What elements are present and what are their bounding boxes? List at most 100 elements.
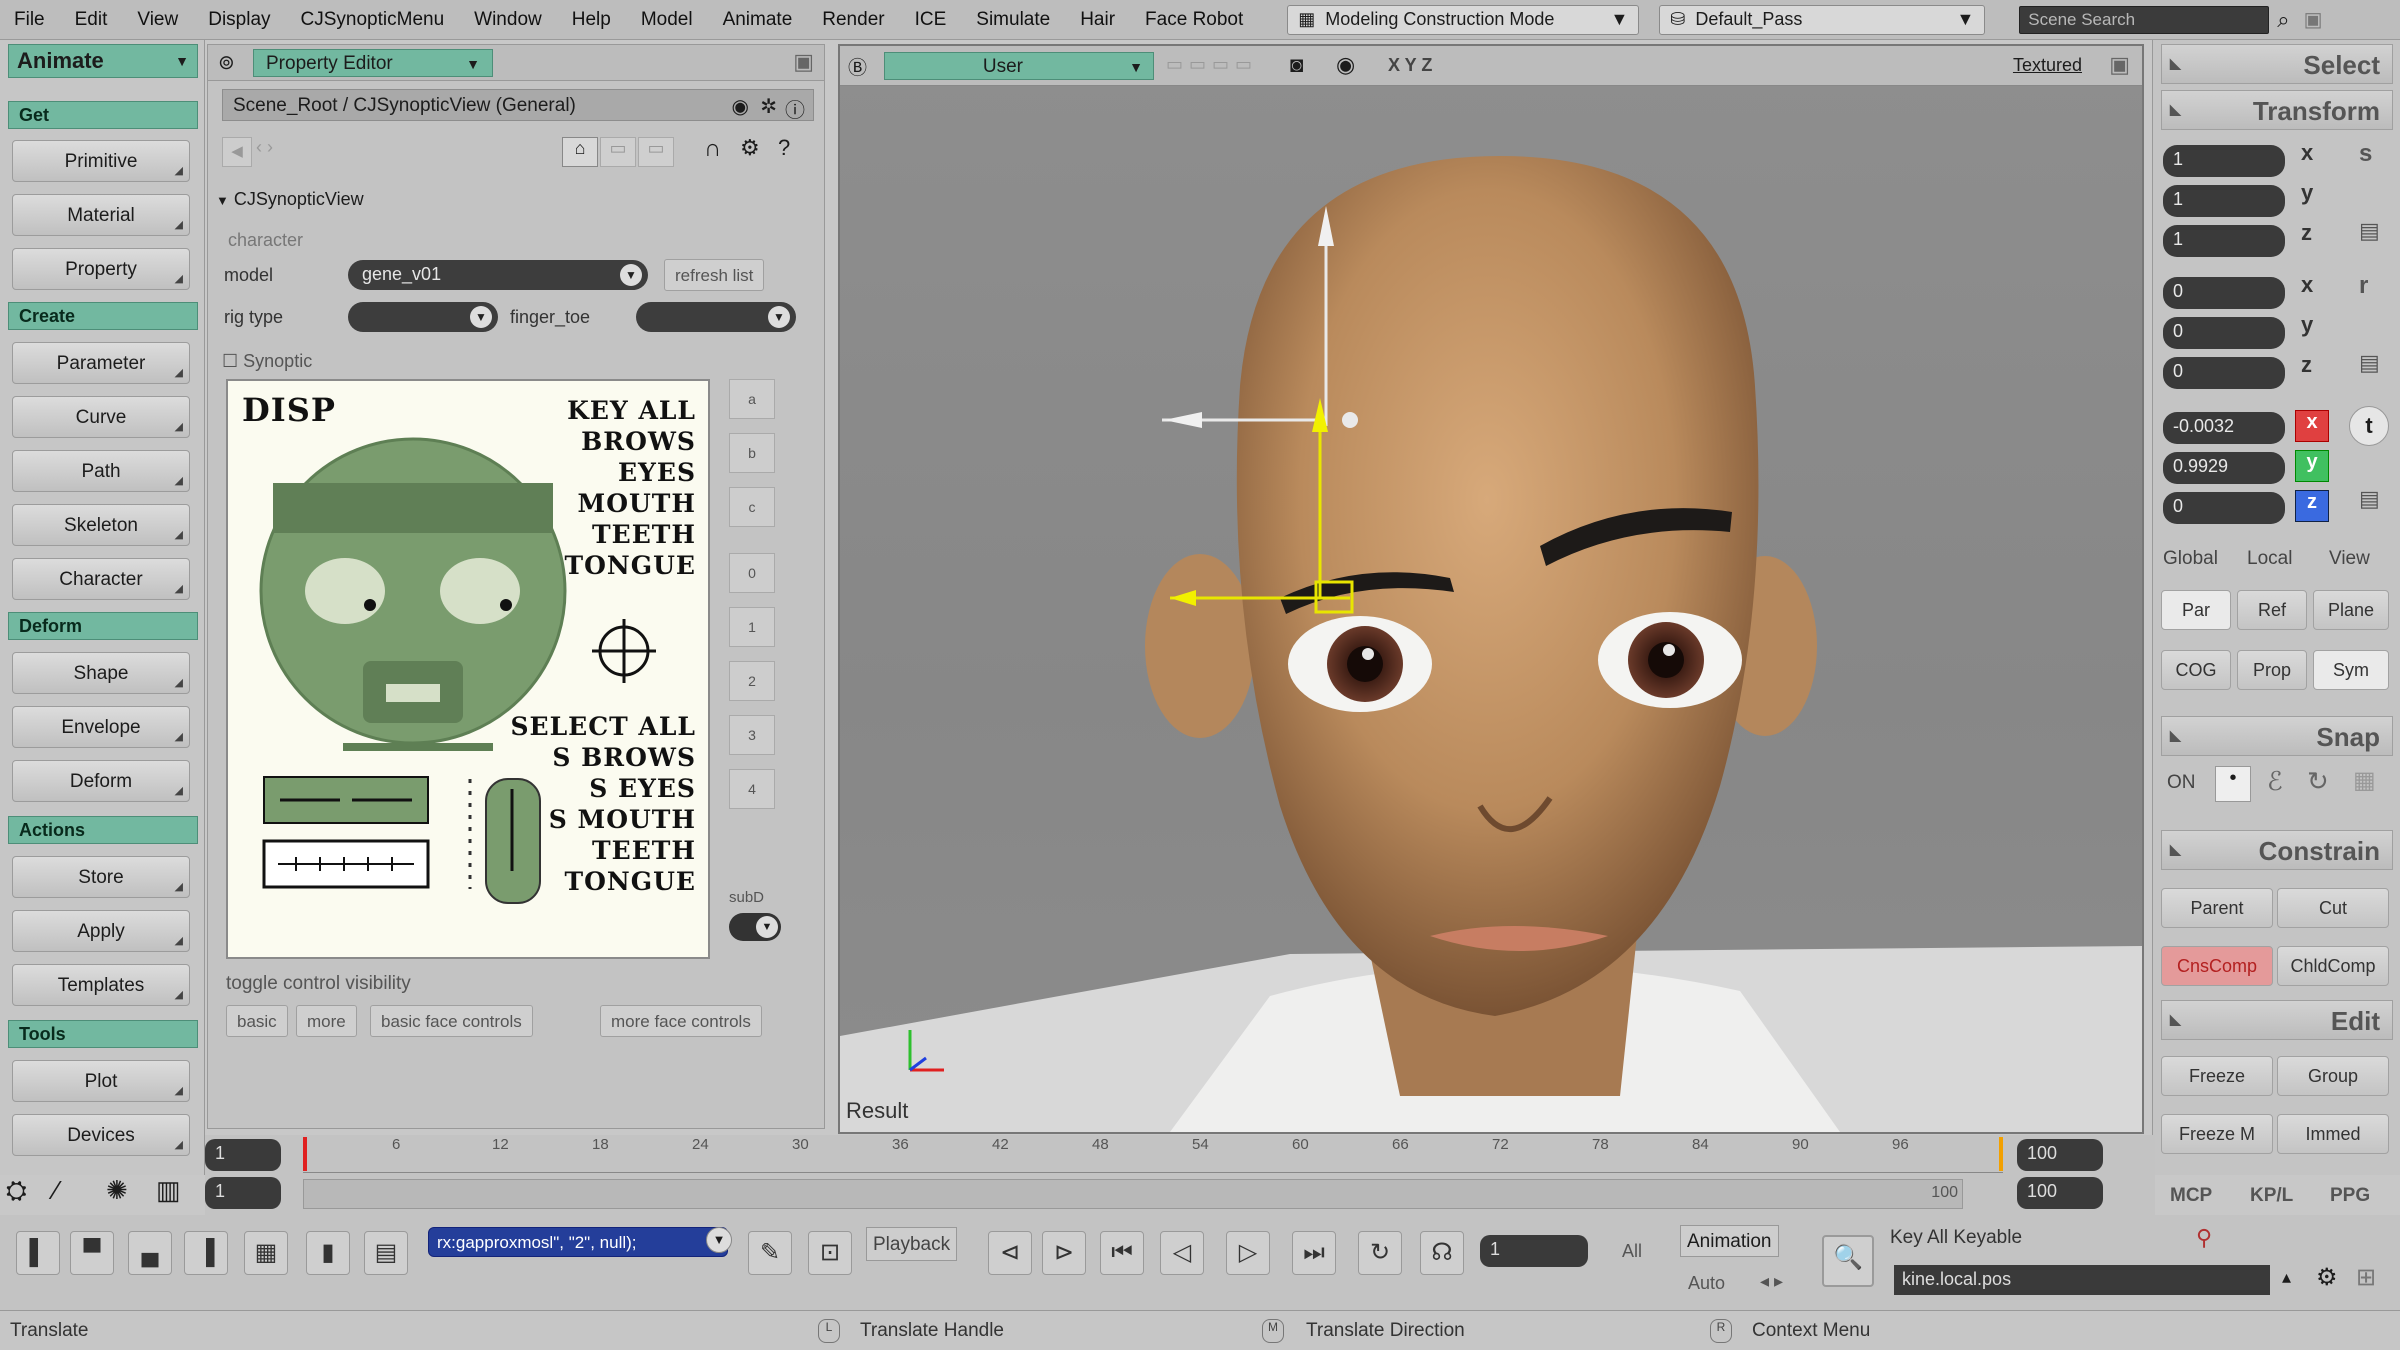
preset-icon[interactable]: ✲	[760, 94, 777, 119]
apply-button[interactable]: Apply ◢	[12, 910, 190, 952]
menu-model[interactable]: Model	[641, 9, 693, 31]
snap-curve-icon[interactable]: ℰ	[2267, 766, 2283, 797]
chevron-up-icon[interactable]: ▴	[2282, 1267, 2291, 1288]
eye-icon[interactable]: ◉	[1336, 52, 1355, 78]
timeline-range-start-field[interactable]: 1	[205, 1177, 281, 1209]
play-forward-icon[interactable]: ▷	[1226, 1231, 1270, 1275]
menu-animate[interactable]: Animate	[723, 9, 793, 31]
envelope-button[interactable]: Envelope ◢	[12, 706, 190, 748]
menu-help[interactable]: Help	[572, 9, 611, 31]
playhead[interactable]	[303, 1137, 307, 1171]
side-button-1[interactable]: 1	[729, 607, 775, 647]
key-icon[interactable]: 🔍	[1822, 1235, 1874, 1287]
plot-button[interactable]: Plot ◢	[12, 1060, 190, 1102]
property-button[interactable]: Property ◢	[12, 248, 190, 290]
cnscomp-button[interactable]: CnsComp	[2161, 946, 2273, 986]
refresh-icon[interactable]: ◉	[732, 94, 749, 119]
translate-x-field[interactable]: -0.0032	[2163, 412, 2285, 444]
basic-face-controls-button[interactable]: basic face controls	[370, 1005, 533, 1037]
templates-button[interactable]: Templates ◢	[12, 964, 190, 1006]
subd-toggle[interactable]: ▼	[729, 913, 781, 941]
menu-window[interactable]: Window	[474, 9, 542, 31]
time-slider[interactable]: 6 12 18 24 30 36 42 48 54 60 66 72 78 84…	[303, 1135, 2003, 1173]
section-tools[interactable]: Tools	[8, 1020, 198, 1048]
info-icon[interactable]: ⓘ	[785, 94, 805, 123]
timeline-start-field[interactable]: 1	[205, 1139, 281, 1171]
parameter-button[interactable]: Parameter ◢	[12, 342, 190, 384]
first-frame-icon[interactable]: ⏮	[1100, 1231, 1144, 1275]
maximize-icon[interactable]: ▣	[793, 49, 814, 75]
side-button-b[interactable]: b	[729, 433, 775, 473]
range-slider[interactable]: 100	[303, 1179, 1963, 1209]
character-button[interactable]: Character ◢	[12, 558, 190, 600]
group-button[interactable]: Group	[2277, 1056, 2389, 1096]
split-view-icon[interactable]: ▥	[156, 1175, 181, 1206]
render-pass-select[interactable]: ⛁ Default_Pass ▼	[1659, 4, 1986, 35]
select-tool-icon[interactable]: ⛭	[6, 1175, 27, 1207]
auto-key-button[interactable]: Auto	[1688, 1273, 1725, 1294]
material-button[interactable]: Material ◢	[12, 194, 190, 236]
rotate-menu-icon[interactable]: ▤	[2359, 350, 2380, 376]
side-button-2[interactable]: 2	[729, 661, 775, 701]
chldcomp-button[interactable]: ChldComp	[2277, 946, 2389, 986]
cjsynopticview-section[interactable]: ▼ CJSynopticView	[216, 189, 364, 210]
snap-header[interactable]: ◣ Snap	[2161, 716, 2393, 756]
all-button[interactable]: All	[1622, 1241, 1642, 1262]
playback-menu[interactable]: Playback	[866, 1227, 958, 1261]
view-mode-2-icon[interactable]: ▭	[600, 137, 636, 167]
select-header[interactable]: ◣ Select	[2161, 44, 2393, 84]
options-icon[interactable]: ⊞	[2356, 1263, 2376, 1292]
translate-y-field[interactable]: 0.9929	[2163, 452, 2285, 484]
key-pin-icon[interactable]: ⚲	[2196, 1225, 2212, 1251]
current-frame-field[interactable]: 1	[1480, 1235, 1588, 1267]
rig-type-select[interactable]: ▼	[348, 302, 498, 332]
menu-view[interactable]: View	[137, 9, 178, 31]
layout-bottom-icon[interactable]: ▄	[128, 1231, 172, 1275]
script-editor-icon[interactable]: ✎	[748, 1231, 792, 1275]
scale-x-field[interactable]: 1	[2163, 145, 2285, 177]
last-frame-icon[interactable]: ⏭	[1292, 1231, 1336, 1275]
section-deform[interactable]: Deform	[8, 612, 198, 640]
rotate-z-label[interactable]: z	[2301, 352, 2312, 378]
rotate-z-field[interactable]: 0	[2163, 357, 2285, 389]
scale-z-label[interactable]: z	[2301, 220, 2312, 246]
shape-button[interactable]: Shape ◢	[12, 652, 190, 694]
search-icon[interactable]: ⌕	[2277, 7, 2289, 33]
section-actions[interactable]: Actions	[8, 816, 198, 844]
animation-menu[interactable]: Animation	[1680, 1225, 1779, 1257]
panel-icon[interactable]: ▣	[2304, 7, 2323, 32]
constrain-header[interactable]: ◣ Constrain	[2161, 830, 2393, 870]
lock-icon[interactable]: ⊡	[808, 1231, 852, 1275]
menu-face-robot[interactable]: Face Robot	[1145, 9, 1243, 31]
script-command-field[interactable]: rx:gapproxmosl", "2", null);	[428, 1227, 728, 1257]
key-nav-icons[interactable]: ◂ ▸	[1760, 1271, 1783, 1292]
kpl-tab[interactable]: KP/L	[2250, 1185, 2293, 1207]
key-all-keyable-label[interactable]: Key All Keyable	[1890, 1227, 2022, 1249]
parent-button[interactable]: Parent	[2161, 888, 2273, 928]
menu-cjsynoptic[interactable]: CJSynopticMenu	[301, 9, 445, 31]
construction-mode-select[interactable]: ▦ Modeling Construction Mode ▼	[1287, 4, 1640, 35]
model-select[interactable]: gene_v01 ▼	[348, 260, 648, 290]
brush-tool-icon[interactable]: ⁄	[54, 1175, 58, 1206]
ref-button[interactable]: Ref	[2237, 590, 2307, 630]
audio-icon[interactable]: ☊	[1420, 1231, 1464, 1275]
cut-button[interactable]: Cut	[2277, 888, 2389, 928]
section-create[interactable]: Create	[8, 302, 198, 330]
rotate-y-field[interactable]: 0	[2163, 317, 2285, 349]
nav-prev-icon[interactable]: ‹ ›	[256, 137, 273, 158]
plane-button[interactable]: Plane	[2313, 590, 2389, 630]
side-button-c[interactable]: c	[729, 487, 775, 527]
axis-toggle-label[interactable]: X Y Z	[1388, 55, 1432, 76]
magnet-icon[interactable]: ∩	[704, 135, 721, 163]
rotate-x-label[interactable]: x	[2301, 272, 2313, 298]
camera-icon[interactable]: ◙	[1290, 52, 1303, 78]
view-mode-icon[interactable]: ⌂	[562, 137, 598, 167]
prev-key-icon[interactable]: ⊲	[988, 1231, 1032, 1275]
basic-button[interactable]: basic	[226, 1005, 288, 1037]
edit-header[interactable]: ◣ Edit	[2161, 1000, 2393, 1040]
scale-mode-button[interactable]: s	[2359, 140, 2372, 168]
help-icon[interactable]: ?	[778, 135, 790, 161]
menu-ice[interactable]: ICE	[915, 9, 947, 31]
sym-button[interactable]: Sym	[2313, 650, 2389, 690]
immed-button[interactable]: Immed	[2277, 1114, 2389, 1154]
